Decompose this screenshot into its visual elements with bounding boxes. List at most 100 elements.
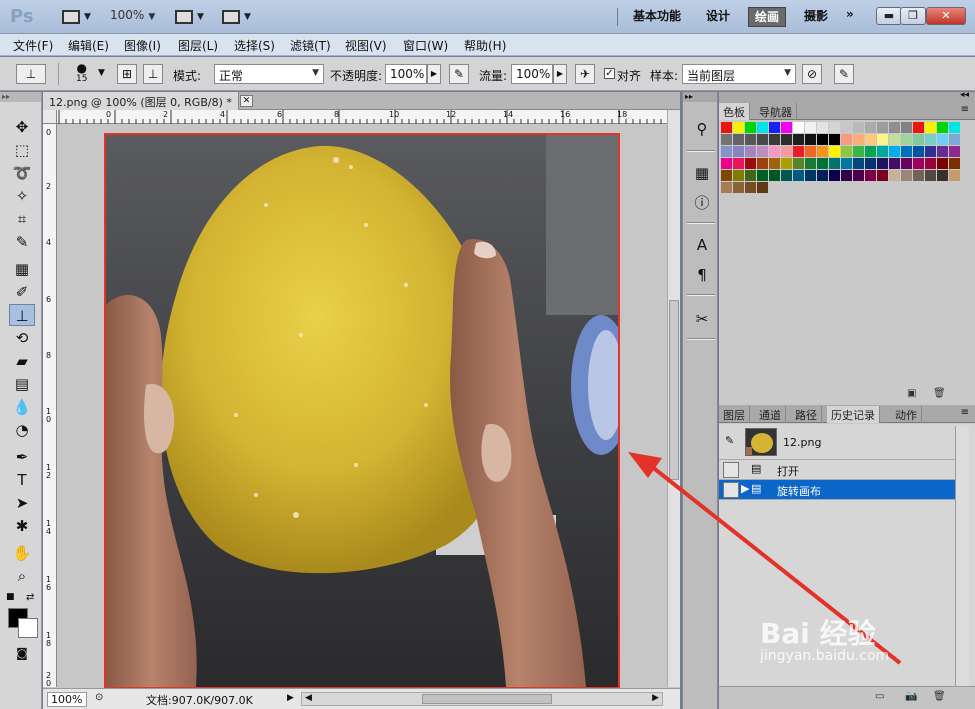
tab-history[interactable]: 历史记录 [827, 406, 880, 423]
color-swatch[interactable] [889, 158, 900, 169]
color-swatch[interactable] [877, 170, 888, 181]
color-swatch[interactable] [925, 158, 936, 169]
color-swatch[interactable] [721, 158, 732, 169]
color-swatch[interactable] [841, 122, 852, 133]
eraser-tool[interactable]: ▰ [9, 350, 35, 372]
new-swatch-icon[interactable]: ▣ [907, 388, 916, 399]
history-source-checkbox[interactable] [723, 462, 739, 478]
color-swatch[interactable] [733, 122, 744, 133]
color-swatch[interactable] [757, 146, 768, 157]
color-swatch[interactable] [829, 170, 840, 181]
color-swatch[interactable] [841, 170, 852, 181]
shape-tool[interactable]: ✱ [9, 515, 35, 537]
history-source-checkbox[interactable] [723, 482, 739, 498]
color-swatch[interactable] [769, 122, 780, 133]
color-swatch[interactable] [913, 158, 924, 169]
clone-stamp-tool[interactable]: ⊥ [9, 304, 35, 326]
color-swatch[interactable] [925, 170, 936, 181]
color-swatch[interactable] [769, 134, 780, 145]
toggle-clone-source-panel[interactable]: ⊞ [117, 64, 137, 84]
color-swatch[interactable] [769, 146, 780, 157]
color-swatch[interactable] [781, 158, 792, 169]
crop-tool[interactable]: ⌗ [9, 208, 35, 230]
collapse-panels-icon[interactable]: ◂◂ [960, 90, 969, 100]
path-selection-tool[interactable]: ➤ [9, 492, 35, 514]
color-swatch[interactable] [829, 122, 840, 133]
color-swatch[interactable] [949, 122, 960, 133]
sample-select[interactable]: 当前图层 ▼ [682, 64, 796, 84]
color-swatch[interactable] [745, 170, 756, 181]
workspace-essentials[interactable]: 基本功能 [627, 7, 687, 27]
color-swatch[interactable] [781, 122, 792, 133]
color-swatch[interactable] [889, 134, 900, 145]
menu-file[interactable]: 文件(F) [13, 37, 53, 54]
histogram-icon[interactable]: ▦ [691, 162, 713, 184]
menu-image[interactable]: 图像(I) [124, 37, 161, 54]
color-swatch[interactable] [865, 146, 876, 157]
color-swatch[interactable] [793, 146, 804, 157]
swap-colors-icon[interactable]: ⇄ [26, 592, 34, 603]
color-swatch[interactable] [793, 122, 804, 133]
menu-filter[interactable]: 滤镜(T) [290, 37, 331, 54]
tool-preset-picker[interactable]: ⊥ [16, 64, 46, 84]
screen-mode-button[interactable]: ▼ [222, 8, 251, 26]
restore-button[interactable]: ❐ [900, 7, 926, 25]
menu-layer[interactable]: 图层(L) [178, 37, 218, 54]
color-swatch[interactable] [721, 122, 732, 133]
mode-select[interactable]: 正常 ▼ [214, 64, 324, 84]
color-swatch[interactable] [889, 170, 900, 181]
color-swatch[interactable] [901, 134, 912, 145]
color-swatch[interactable] [733, 170, 744, 181]
color-swatch[interactable] [841, 146, 852, 157]
color-swatch[interactable] [949, 158, 960, 169]
color-swatch[interactable] [937, 170, 948, 181]
color-swatch[interactable] [901, 170, 912, 181]
color-swatch[interactable] [829, 134, 840, 145]
tab-navigator[interactable]: 导航器 [755, 103, 797, 120]
brush-preset-picker[interactable]: ● 15 [76, 62, 87, 84]
status-zoom-input[interactable]: 100% [47, 692, 87, 707]
color-swatch[interactable] [853, 158, 864, 169]
workspace-photography[interactable]: 摄影 [798, 7, 834, 27]
arrange-documents-button[interactable]: ▼ [175, 8, 204, 26]
color-swatch[interactable] [865, 134, 876, 145]
tool-presets-icon[interactable]: ✂ [691, 308, 713, 330]
healing-brush-tool[interactable]: ▦ [9, 258, 35, 280]
color-swatch[interactable] [937, 122, 948, 133]
color-swatch[interactable] [901, 158, 912, 169]
color-swatch[interactable] [877, 122, 888, 133]
brush-tool[interactable]: ✐ [9, 281, 35, 303]
toggle-brush-panel[interactable]: ⊥ [143, 64, 163, 84]
color-swatch[interactable] [901, 122, 912, 133]
vertical-ruler[interactable]: 0 2 4 6 8 1 0 1 2 1 4 1 6 1 8 2 0 [43, 124, 57, 688]
color-swatch[interactable] [745, 182, 756, 193]
close-button[interactable]: ✕ [926, 7, 966, 25]
color-swatch[interactable] [889, 146, 900, 157]
color-swatch[interactable] [745, 158, 756, 169]
tab-channels[interactable]: 通道 [755, 406, 786, 423]
ignore-adjustment-layers-button[interactable]: ⊘ [802, 64, 822, 84]
zoom-tool[interactable]: ⌕ [9, 565, 35, 587]
quick-mask-button[interactable]: ◙ [9, 642, 35, 664]
menu-select[interactable]: 选择(S) [234, 37, 275, 54]
color-swatch[interactable] [721, 146, 732, 157]
color-swatch[interactable] [757, 170, 768, 181]
color-swatch[interactable] [745, 122, 756, 133]
color-swatch[interactable] [877, 158, 888, 169]
color-swatch[interactable] [805, 146, 816, 157]
color-swatch[interactable] [937, 158, 948, 169]
color-swatch[interactable] [745, 134, 756, 145]
ruler-origin[interactable] [43, 110, 57, 124]
horizontal-scrollbar[interactable]: ◀ ▶ [301, 692, 663, 706]
color-swatch[interactable] [757, 134, 768, 145]
color-swatch[interactable] [805, 122, 816, 133]
chevron-down-icon[interactable]: ▼ [98, 68, 105, 78]
hand-tool[interactable]: ✋ [9, 542, 35, 564]
tab-actions[interactable]: 动作 [891, 406, 922, 423]
color-swatch[interactable] [733, 146, 744, 157]
color-swatch[interactable] [793, 134, 804, 145]
character-icon[interactable]: A [691, 234, 713, 256]
color-swatch[interactable] [877, 146, 888, 157]
panel-menu-icon[interactable]: ≡ [961, 407, 969, 418]
color-swatch[interactable] [817, 122, 828, 133]
